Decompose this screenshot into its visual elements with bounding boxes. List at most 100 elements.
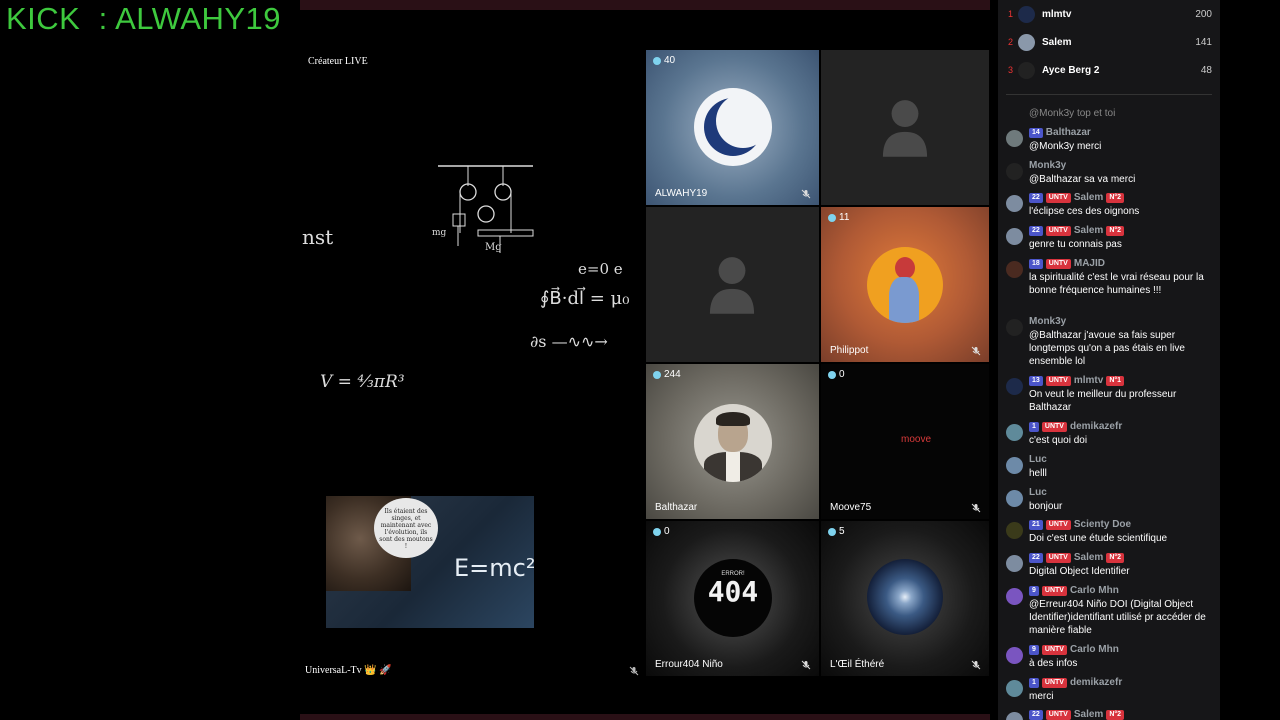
rank-badge: N°2: [1106, 192, 1125, 203]
level-badge: 18: [1029, 258, 1043, 269]
avatar: [1006, 588, 1023, 605]
emc-text: E=mc²: [454, 554, 536, 582]
chat-username[interactable]: Salem: [1074, 225, 1103, 236]
chat-message-text: bonjour: [1029, 501, 1063, 512]
chat-username[interactable]: demikazefr: [1070, 421, 1122, 432]
avatar: [1018, 5, 1035, 23]
mic-off-icon: [801, 660, 811, 670]
guest-tile-oeil-ethere[interactable]: 5 L'Œil Éthéré: [821, 521, 989, 676]
empty-seat-tile[interactable]: [646, 207, 819, 362]
level-badge: 14: [1029, 127, 1043, 138]
chat-username[interactable]: demikazefr: [1070, 677, 1122, 688]
chat-username[interactable]: Salem: [1074, 709, 1103, 720]
chat-panel: 1 mlmtv 200 2 Salem 141 3 Ayce Berg 2 48…: [998, 0, 1220, 720]
tile-name: Philippot: [830, 345, 869, 356]
person-placeholder-icon: [882, 100, 928, 157]
viewer-count-badge: 11: [828, 212, 849, 223]
avatar: [1006, 195, 1023, 212]
host-tile[interactable]: Créateur LIVE nst Mg mg e=0 e ∮B⃗·dl⃗ = …: [300, 10, 645, 680]
chalk-formula-volume: V = ⁴⁄₃πR³: [320, 372, 405, 392]
chat-username[interactable]: Monk3y: [1029, 316, 1066, 327]
viewer-count-badge: 40: [653, 55, 675, 66]
viewer-dot-icon: [828, 370, 836, 379]
top-strip: [300, 0, 990, 10]
chat-message-text: à des infos: [1029, 658, 1078, 669]
chat-message-text: @Balthazar sa va merci: [1029, 174, 1136, 185]
right-gutter: [1220, 0, 1280, 720]
host-label: Créateur LIVE: [308, 56, 368, 67]
guest-tile-philippot[interactable]: 11 Philippot: [821, 207, 989, 362]
viewer-dot-icon: [828, 527, 836, 536]
avatar: [1006, 680, 1023, 697]
guest-tile-alwahy19[interactable]: 40 ALWAHY19: [646, 50, 819, 205]
avatar: [1018, 33, 1035, 51]
chat-username[interactable]: Carlo Mhn: [1070, 585, 1119, 596]
viewer-dot-icon: [653, 527, 661, 536]
viewer-dot-icon: [653, 56, 661, 65]
guest-tile-balthazar[interactable]: 244 Balthazar: [646, 364, 819, 519]
chalk-mg-1: Mg: [485, 242, 502, 253]
empty-seat-tile[interactable]: [821, 50, 989, 205]
chat-username[interactable]: MAJID: [1074, 258, 1105, 269]
level-badge: 22: [1029, 192, 1043, 203]
chat-message-text: merci: [1029, 691, 1054, 702]
chat-message-text: la spiritualité c'est le vrai réseau pou…: [1029, 272, 1204, 296]
untv-badge: UNTV: [1045, 192, 1071, 203]
leaderboard-row[interactable]: 2 Salem 141: [998, 32, 1220, 52]
avatar: [1006, 163, 1023, 180]
avatar: [1006, 522, 1023, 539]
chat-message-header: 22 UNTV Salem N°2: [1029, 225, 1125, 236]
viewer-count-badge: 0: [828, 369, 845, 380]
chalk-formula-e: e=0 e: [578, 260, 623, 278]
chat-message-text: Digital Object Identifier: [1029, 566, 1130, 577]
leaderboard-row[interactable]: 3 Ayce Berg 2 48: [998, 60, 1220, 80]
level-badge: 9: [1029, 644, 1039, 655]
chat-message-header: Monk3y: [1029, 160, 1066, 171]
viewer-count-badge: 0: [653, 526, 670, 537]
chat-message-header: 1 UNTV demikazefr: [1029, 677, 1122, 688]
chat-message-header: Luc: [1029, 454, 1047, 465]
viewer-count-badge: 5: [828, 526, 845, 537]
chat-message-header: Monk3y: [1029, 316, 1066, 327]
tile-name: Balthazar: [655, 502, 698, 513]
dreamworks-avatar: [694, 88, 772, 166]
live-stage: Créateur LIVE nst Mg mg e=0 e ∮B⃗·dl⃗ = …: [300, 10, 990, 714]
avatar: [1006, 319, 1023, 336]
chat-username[interactable]: Salem: [1074, 552, 1103, 563]
chat-username[interactable]: Luc: [1029, 487, 1047, 498]
mic-off-icon: [971, 503, 981, 513]
galaxy-avatar: [867, 559, 943, 635]
chat-message-text: @Monk3y top et toi: [1029, 108, 1116, 119]
untv-badge: UNTV: [1041, 677, 1067, 688]
chat-username[interactable]: Carlo Mhn: [1070, 644, 1119, 655]
tile-name: L'Œil Éthéré: [830, 659, 885, 670]
level-badge: 13: [1029, 375, 1043, 386]
chat-username[interactable]: mlmtv: [1074, 375, 1103, 386]
level-badge: 22: [1029, 709, 1043, 720]
rank-badge: N°1: [1106, 375, 1125, 386]
chat-username[interactable]: Luc: [1029, 454, 1047, 465]
chat-username[interactable]: Salem: [1074, 192, 1103, 203]
chalk-formula-ds: ∂s —∿∿→: [530, 332, 608, 351]
chat-message-header: Luc: [1029, 487, 1047, 498]
chat-username[interactable]: Monk3y: [1029, 160, 1066, 171]
leaderboard-row[interactable]: 1 mlmtv 200: [998, 4, 1220, 24]
chat-message-text: @Balthazar j'avoue sa fais super longtem…: [1029, 330, 1185, 367]
avatar: [1006, 130, 1023, 147]
chalk-text-nst: nst: [302, 225, 334, 249]
level-badge: 9: [1029, 585, 1039, 596]
chat-username[interactable]: Scienty Doe: [1074, 519, 1131, 530]
avatar: [1006, 555, 1023, 572]
avatar: [1006, 228, 1023, 245]
avatar: [1018, 61, 1035, 79]
chat-username[interactable]: Balthazar: [1046, 127, 1091, 138]
guest-tile-errour404[interactable]: 0 ERROR! 404 Errour404 Niño: [646, 521, 819, 676]
guest-tile-moove75[interactable]: 0 moove Moove75: [821, 364, 989, 519]
chat-message-text: On veut le meilleur du professeur Baltha…: [1029, 389, 1177, 413]
mic-off-icon: [629, 666, 639, 676]
avatar: [1006, 261, 1023, 278]
viewer-dot-icon: [828, 213, 836, 222]
viewer-count-badge: 244: [653, 369, 681, 380]
chat-message-text: @Erreur404 Niño DOI (Digital Object Iden…: [1029, 599, 1206, 636]
balthazar-avatar: [694, 404, 772, 482]
